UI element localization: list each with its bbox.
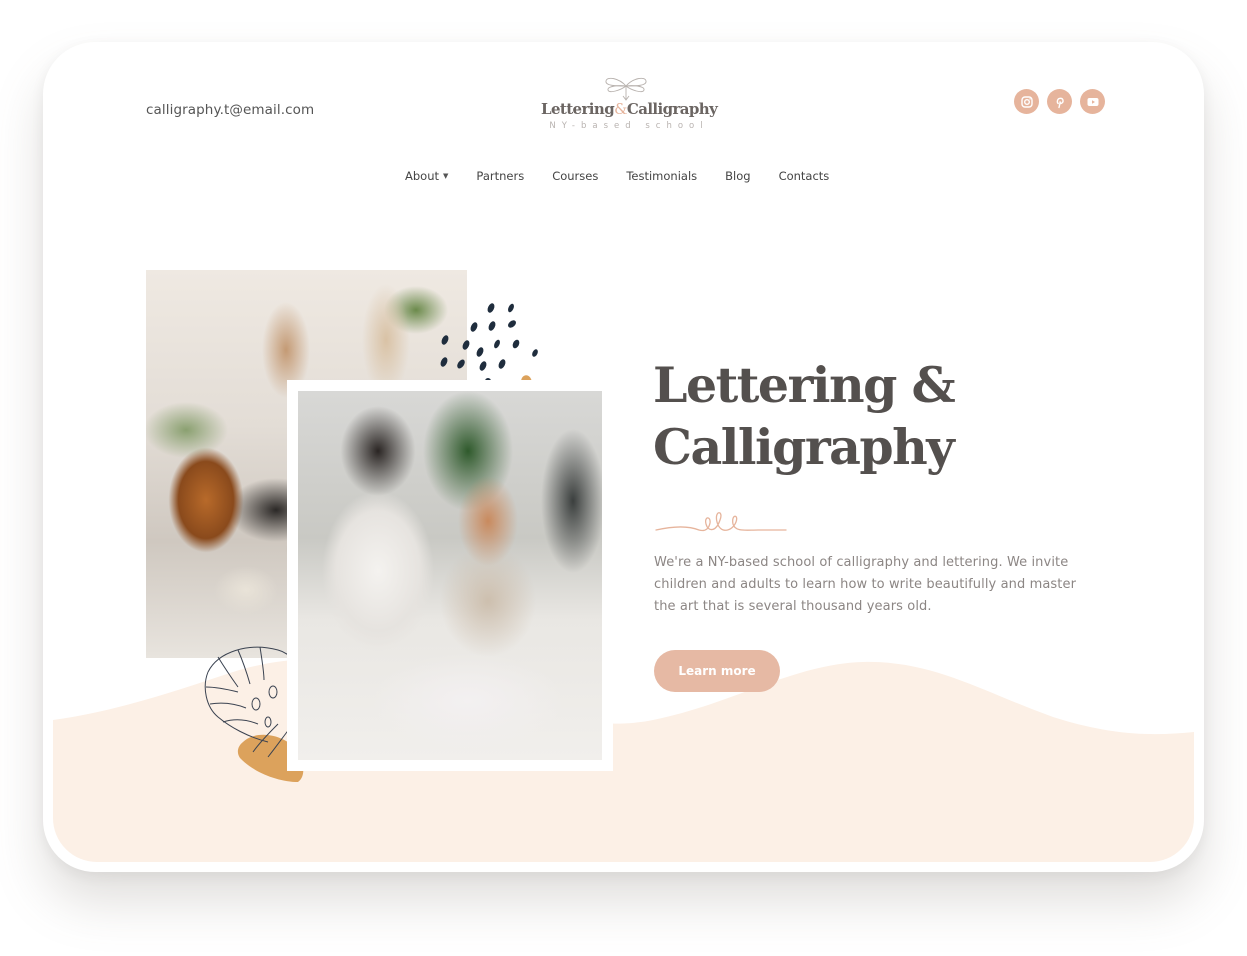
hero-title-line2: Calligraphy <box>653 418 955 476</box>
nav-label-about: About <box>405 169 440 183</box>
youtube-button[interactable] <box>1080 89 1105 114</box>
nav-item-about[interactable]: About ▼ <box>405 169 448 183</box>
youtube-icon <box>1087 97 1098 106</box>
nav-item-contacts[interactable]: Contacts <box>779 169 830 183</box>
flourish-ornament-icon <box>605 77 647 101</box>
nav-label-testimonials: Testimonials <box>626 169 698 183</box>
main-nav: About ▼ Partners Courses Testimonials Bl… <box>405 169 857 183</box>
decorative-dots <box>440 303 538 382</box>
pinterest-icon <box>1056 97 1064 108</box>
logo-title-part2: Calligraphy <box>626 100 718 118</box>
hero-image-students <box>298 391 602 760</box>
website-screen: calligraphy.t@email.com Lettering&Callig… <box>53 52 1194 862</box>
nav-item-blog[interactable]: Blog <box>725 169 750 183</box>
logo-title-part1: Lettering <box>541 100 615 118</box>
device-frame: calligraphy.t@email.com Lettering&Callig… <box>43 42 1204 872</box>
nav-label-blog: Blog <box>725 169 751 183</box>
logo-subtitle: NY-based school <box>549 121 709 131</box>
squiggle-divider-icon <box>655 512 787 532</box>
social-links <box>1014 89 1105 114</box>
nav-item-testimonials[interactable]: Testimonials <box>626 169 697 183</box>
hero-description: We're a NY-based school of calligraphy a… <box>654 555 1077 614</box>
pinterest-button[interactable] <box>1047 89 1072 114</box>
instagram-icon <box>1020 95 1033 108</box>
logo-ampersand: & <box>614 100 627 118</box>
instagram-button[interactable] <box>1014 89 1039 114</box>
hero-image-frame <box>287 380 613 771</box>
chevron-down-icon: ▼ <box>443 172 449 180</box>
nav-label-courses: Courses <box>552 169 599 183</box>
nav-label-contacts: Contacts <box>778 169 830 183</box>
nav-item-partners[interactable]: Partners <box>476 169 524 183</box>
site-logo[interactable]: Lettering&Calligraphy NY-based school <box>541 70 718 131</box>
learn-more-button[interactable]: Learn more <box>654 650 780 692</box>
nav-label-partners: Partners <box>476 169 525 183</box>
nav-item-courses[interactable]: Courses <box>552 169 598 183</box>
hero-title: Lettering & Calligraphy <box>653 354 956 478</box>
contact-email[interactable]: calligraphy.t@email.com <box>146 102 314 118</box>
hero-title-line1: Lettering & <box>653 356 956 414</box>
logo-title: Lettering&Calligraphy <box>541 100 718 118</box>
